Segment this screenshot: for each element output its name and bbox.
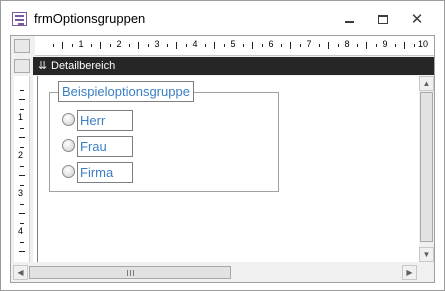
ruler-tick bbox=[337, 44, 339, 47]
ruler-tick bbox=[20, 222, 24, 224]
title-bar[interactable]: frmOptionsgruppen ✕ bbox=[1, 1, 444, 35]
ruler-tick bbox=[356, 44, 358, 47]
vertical-scroll-thumb[interactable] bbox=[420, 92, 433, 242]
ruler-number: 8 bbox=[344, 39, 350, 49]
ruler-tick bbox=[19, 213, 25, 214]
ruler-tick bbox=[19, 137, 25, 138]
ruler-tick bbox=[90, 44, 92, 47]
ruler-tick bbox=[20, 165, 24, 167]
ruler-tick bbox=[413, 44, 415, 47]
ruler-tick bbox=[214, 42, 215, 49]
maximize-button[interactable] bbox=[369, 8, 397, 30]
radio-button[interactable] bbox=[62, 113, 75, 126]
ruler-tick bbox=[366, 42, 367, 49]
ruler-number: 10 bbox=[417, 39, 429, 49]
ruler-number: 9 bbox=[382, 39, 388, 49]
ruler-tick bbox=[19, 251, 25, 252]
ruler-tick bbox=[176, 42, 177, 49]
ruler-tick bbox=[242, 44, 244, 47]
ruler-tick bbox=[52, 44, 54, 47]
ruler-tick bbox=[20, 127, 24, 129]
ruler-tick bbox=[318, 44, 320, 47]
option-label[interactable]: Herr bbox=[77, 110, 133, 131]
ruler-tick bbox=[261, 44, 263, 47]
minimize-icon bbox=[344, 21, 354, 23]
ruler-tick bbox=[71, 44, 73, 47]
ruler-tick bbox=[20, 89, 24, 91]
ruler-tick bbox=[20, 146, 24, 148]
vertical-scrollbar[interactable]: ▲ ▼ bbox=[419, 76, 434, 262]
form-window: frmOptionsgruppen ✕ 1 2 3 4 5 6 7 8 9 10 ⇊ Detail… bbox=[0, 0, 445, 291]
ruler-number: 4 bbox=[18, 226, 24, 236]
ruler-tick bbox=[20, 184, 24, 186]
ruler-tick bbox=[252, 42, 253, 49]
ruler-tick bbox=[62, 42, 63, 49]
option-label[interactable]: Frau bbox=[77, 136, 133, 157]
ruler-tick bbox=[185, 44, 187, 47]
ruler-number: 6 bbox=[268, 39, 274, 49]
horizontal-scroll-thumb[interactable] bbox=[29, 266, 231, 279]
ruler-tick bbox=[223, 44, 225, 47]
ruler-number: 2 bbox=[116, 39, 122, 49]
minimize-button[interactable] bbox=[335, 8, 363, 30]
section-label: Detailbereich bbox=[51, 60, 116, 72]
ruler-number: 1 bbox=[78, 39, 84, 49]
ruler-tick bbox=[299, 44, 301, 47]
ruler-tick bbox=[19, 175, 25, 176]
detail-section-bar[interactable]: ⇊ Detailbereich bbox=[33, 57, 434, 75]
scroll-up-arrow-icon[interactable]: ▲ bbox=[419, 76, 434, 91]
ruler-tick bbox=[328, 42, 329, 49]
ruler-tick bbox=[19, 99, 25, 100]
scroll-right-arrow-icon[interactable]: ▶ bbox=[402, 265, 417, 280]
ruler-tick bbox=[109, 44, 111, 47]
ruler-tick bbox=[280, 44, 282, 47]
ruler-number: 1 bbox=[18, 112, 24, 122]
close-button[interactable]: ✕ bbox=[403, 8, 431, 30]
design-margin-line bbox=[37, 76, 38, 262]
ruler-tick bbox=[375, 44, 377, 47]
ruler-number: 4 bbox=[192, 39, 198, 49]
ruler-tick bbox=[147, 44, 149, 47]
form-selector[interactable] bbox=[14, 39, 30, 53]
ruler-tick bbox=[100, 42, 101, 49]
ruler-number: 5 bbox=[230, 39, 236, 49]
section-selector[interactable] bbox=[14, 59, 30, 73]
option-group-label[interactable]: Beispieloptionsgruppe bbox=[58, 81, 194, 102]
ruler-tick bbox=[128, 44, 130, 47]
maximize-icon bbox=[378, 14, 388, 24]
ruler-tick bbox=[20, 203, 24, 205]
ruler-tick bbox=[404, 42, 405, 49]
radio-button[interactable] bbox=[62, 139, 75, 152]
horizontal-scrollbar[interactable]: ◀ ▶ bbox=[13, 265, 417, 280]
scroll-left-arrow-icon[interactable]: ◀ bbox=[13, 265, 28, 280]
scroll-down-arrow-icon[interactable]: ▼ bbox=[419, 247, 434, 262]
grip-icon bbox=[126, 269, 134, 276]
close-icon: ✕ bbox=[410, 10, 424, 28]
ruler-tick bbox=[20, 241, 24, 243]
size-grip bbox=[419, 265, 434, 280]
radio-button[interactable] bbox=[62, 165, 75, 178]
ruler-number: 7 bbox=[306, 39, 312, 49]
window-title: frmOptionsgruppen bbox=[34, 11, 146, 26]
ruler-number: 3 bbox=[154, 39, 160, 49]
ruler-number: 3 bbox=[18, 188, 24, 198]
option-label[interactable]: Firma bbox=[77, 162, 133, 183]
ruler-tick bbox=[290, 42, 291, 49]
ruler-tick bbox=[138, 42, 139, 49]
ruler-number: 2 bbox=[18, 150, 24, 160]
form-design-view: 1 2 3 4 5 6 7 8 9 10 ⇊ Detailbereich 1 2 3 4 Beispie… bbox=[10, 35, 435, 283]
horizontal-ruler[interactable]: 1 2 3 4 5 6 7 8 9 10 bbox=[35, 36, 434, 56]
vertical-ruler[interactable]: 1 2 3 4 bbox=[14, 76, 30, 262]
ruler-tick bbox=[394, 44, 396, 47]
ruler-tick bbox=[204, 44, 206, 47]
ruler-tick bbox=[166, 44, 168, 47]
section-chevron-icon: ⇊ bbox=[38, 60, 48, 72]
form-icon bbox=[12, 12, 27, 26]
ruler-tick bbox=[20, 108, 24, 110]
